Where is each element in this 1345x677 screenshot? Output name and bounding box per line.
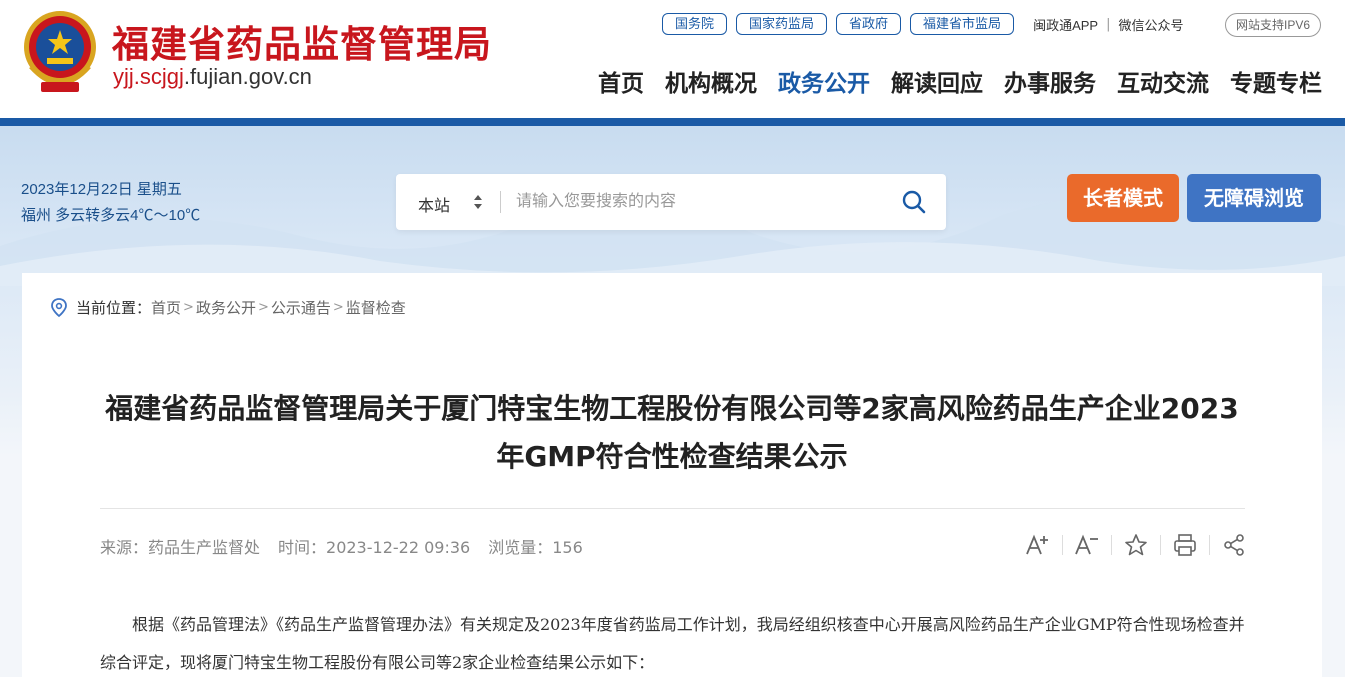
- search-bar: 本站: [396, 174, 946, 230]
- share-icon[interactable]: [1220, 531, 1248, 559]
- tool-separator: [1111, 535, 1112, 555]
- header-divider: [0, 118, 1345, 126]
- nav-interaction[interactable]: 互动交流: [1117, 64, 1209, 98]
- link-provincial-gov[interactable]: 省政府: [836, 13, 902, 35]
- article-views: 浏览量：156: [488, 538, 583, 557]
- domain-suffix: .fujian.gov.cn: [183, 64, 312, 89]
- article-title: 福建省药品监督管理局关于厦门特宝生物工程股份有限公司等2家高风险药品生产企业20…: [105, 392, 1239, 473]
- font-decrease-icon[interactable]: [1073, 531, 1101, 559]
- nav-home[interactable]: 首页: [598, 64, 644, 98]
- main-nav: 首页 机构概况 政务公开 解读回应 办事服务 互动交流 专题专栏: [577, 64, 1322, 98]
- article-tools: [1024, 531, 1248, 559]
- national-emblem-icon[interactable]: [21, 8, 99, 94]
- tool-separator: [1209, 535, 1210, 555]
- nav-services[interactable]: 办事服务: [1004, 64, 1096, 98]
- breadcrumb-notices[interactable]: 公示通告: [271, 297, 331, 318]
- link-nmpa[interactable]: 国家药监局: [736, 13, 828, 35]
- print-icon[interactable]: [1171, 531, 1199, 559]
- breadcrumb-separator: >: [332, 300, 344, 315]
- current-date: 2023年12月22日 星期五: [21, 181, 182, 198]
- site-title[interactable]: 福建省药品监督管理局: [112, 14, 492, 68]
- nav-interpretation[interactable]: 解读回应: [891, 64, 983, 98]
- search-input[interactable]: [516, 188, 886, 216]
- article-panel: 当前位置： 首页 > 政务公开 > 公示通告 > 监督检查 福建省药品监督管理局…: [22, 273, 1322, 677]
- domain-prefix: yjj.scjgj: [113, 64, 184, 89]
- article-meta: 来源：药品生产监督处 时间：2023-12-22 09:36 浏览量：156: [100, 534, 601, 558]
- link-wechat[interactable]: 微信公众号: [1118, 15, 1183, 34]
- link-fujian-market-supervision[interactable]: 福建省市监局: [910, 13, 1015, 35]
- tool-separator: [1160, 535, 1161, 555]
- breadcrumb-inspection[interactable]: 监督检查: [346, 297, 406, 318]
- title-divider: [100, 508, 1245, 509]
- search-scope-select[interactable]: 本站: [418, 192, 450, 216]
- ipv6-badge: 网站支持IPV6: [1225, 13, 1322, 37]
- location-pin-icon: [51, 297, 67, 317]
- article-time: 时间：2023-12-22 09:36: [278, 538, 471, 557]
- breadcrumb-separator: >: [183, 300, 194, 315]
- article-source: 来源：药品生产监督处: [100, 538, 261, 557]
- elder-mode-button[interactable]: 长者模式: [1067, 174, 1179, 222]
- site-domain: yjj.scjgj.fujian.gov.cn: [113, 64, 312, 90]
- nav-organization[interactable]: 机构概况: [665, 64, 757, 98]
- article-body: 根据《药品管理法》《药品生产监督管理办法》有关规定及2023年度省药监局工作计划…: [100, 615, 1245, 672]
- site-header: 福建省药品监督管理局 yjj.scjgj.fujian.gov.cn 国务院 国…: [0, 0, 1345, 118]
- breadcrumb-home[interactable]: 首页: [151, 297, 181, 318]
- link-state-council[interactable]: 国务院: [662, 13, 728, 35]
- breadcrumb-gov-affairs[interactable]: 政务公开: [196, 297, 256, 318]
- search-divider: [500, 191, 501, 213]
- breadcrumb-separator: >: [257, 300, 269, 315]
- star-icon[interactable]: [1122, 531, 1150, 559]
- tool-separator: [1062, 535, 1063, 555]
- search-icon[interactable]: [901, 189, 927, 215]
- updown-arrow-icon[interactable]: [473, 194, 483, 210]
- breadcrumb-label: 当前位置：: [76, 299, 152, 317]
- font-increase-icon[interactable]: [1024, 531, 1052, 559]
- weather: 福州 多云转多云4℃～10℃: [21, 207, 201, 224]
- link-app[interactable]: 闽政通APP: [1033, 15, 1098, 34]
- date-weather: 2023年12月22日 星期五 福州 多云转多云4℃～10℃: [21, 177, 200, 229]
- accessible-browse-button[interactable]: 无障碍浏览: [1187, 174, 1321, 222]
- breadcrumb: 当前位置： 首页 > 政务公开 > 公示通告 > 监督检查: [50, 297, 406, 318]
- top-separator: |: [1106, 16, 1111, 32]
- nav-topics[interactable]: 专题专栏: [1230, 64, 1322, 98]
- nav-gov-affairs[interactable]: 政务公开: [778, 64, 870, 98]
- top-links: 国务院 国家药监局 省政府 福建省市监局 闽政通APP | 微信公众号: [662, 13, 1183, 35]
